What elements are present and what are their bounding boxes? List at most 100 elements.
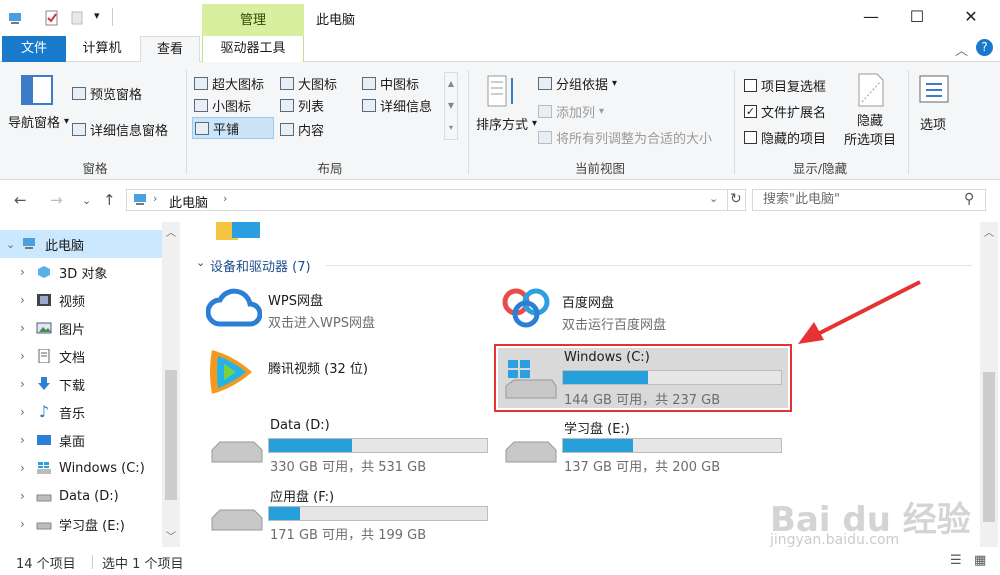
- content-scrollbar[interactable]: ︿: [980, 222, 998, 547]
- sidebar-item-desktop[interactable]: › 桌面: [0, 426, 162, 454]
- fit-columns-button[interactable]: 将所有列调整为合适的大小: [538, 128, 712, 147]
- section-header[interactable]: 设备和驱动器 (7): [210, 256, 311, 275]
- manage-tab[interactable]: 管理: [202, 4, 304, 36]
- sidebar-item-label: 音乐: [59, 406, 86, 422]
- chevron-right-icon[interactable]: ›: [20, 293, 34, 307]
- forward-icon[interactable]: →: [50, 191, 63, 209]
- layout-extra-large[interactable]: 超大图标: [194, 74, 264, 93]
- address-bar[interactable]: › 此电脑 › ⌄ ↻: [126, 189, 746, 211]
- layout-large[interactable]: 大图标: [280, 74, 337, 93]
- sidebar-scrollbar[interactable]: ︿ ﹀: [162, 222, 180, 547]
- 3d-objects-icon: [38, 266, 50, 278]
- search-icon[interactable]: ⚲: [964, 191, 974, 207]
- chevron-right-icon[interactable]: ›: [20, 433, 34, 447]
- sort-button[interactable]: 排序方式 ▾: [476, 114, 537, 133]
- up-icon[interactable]: ↑: [103, 191, 116, 209]
- preview-pane-button[interactable]: 预览窗格: [72, 84, 142, 103]
- item-checkboxes-label: 项目复选框: [761, 80, 827, 95]
- scroll-up-icon[interactable]: ︿: [984, 224, 994, 239]
- computer-icon[interactable]: [8, 10, 24, 26]
- drive-baidu[interactable]: 百度网盘 双击运行百度网盘: [500, 282, 770, 333]
- breadcrumb-current[interactable]: 此电脑: [169, 192, 208, 211]
- refresh-icon[interactable]: ↻: [730, 191, 742, 207]
- sidebar-item-pictures[interactable]: › 图片: [0, 314, 162, 342]
- tab-computer[interactable]: 计算机: [70, 36, 134, 62]
- navigation-pane: ⌄ 此电脑 › 3D 对象 › 视频 › 图片 › 文档 › 下载 › ♪ 音乐 › 桌面 › W…: [0, 222, 182, 547]
- layout-tiles[interactable]: 平铺: [192, 117, 274, 139]
- options-button[interactable]: 选项: [920, 114, 946, 133]
- drive-e[interactable]: 学习盘 (E:) 137 GB 可用，共 200 GB: [500, 416, 790, 475]
- drive-d[interactable]: Data (D:) 330 GB 可用，共 531 GB: [206, 416, 496, 475]
- tab-drive-tools[interactable]: 驱动器工具: [202, 36, 304, 62]
- checkbox-unchecked[interactable]: [744, 79, 757, 92]
- chevron-right-icon[interactable]: ›: [20, 517, 34, 531]
- chevron-right-icon[interactable]: ›: [20, 489, 34, 503]
- sidebar-item-drive-d[interactable]: › Data (D:): [0, 482, 162, 510]
- layout-list[interactable]: 列表: [280, 96, 324, 115]
- drive-name: 腾讯视频 (32 位): [268, 362, 368, 377]
- nav-pane-button[interactable]: 导航窗格 ▾: [8, 112, 69, 131]
- file-extensions-label: 文件扩展名: [761, 106, 827, 121]
- tab-file[interactable]: 文件: [2, 36, 66, 62]
- customize-toolbar-icon[interactable]: ▾: [94, 9, 100, 22]
- close-button[interactable]: ✕: [948, 4, 994, 30]
- search-input[interactable]: 搜索"此电脑": [752, 189, 986, 211]
- scrollbar-thumb[interactable]: [983, 372, 995, 522]
- chevron-right-icon[interactable]: ›: [20, 265, 34, 279]
- drive-f[interactable]: 应用盘 (F:) 171 GB 可用，共 199 GB: [206, 484, 496, 543]
- drive-c-selected[interactable]: Windows (C:) 144 GB 可用，共 237 GB: [498, 348, 788, 408]
- chevron-down-icon[interactable]: ⌄: [6, 238, 20, 251]
- back-icon[interactable]: ←: [14, 191, 27, 209]
- maximize-button[interactable]: ☐: [894, 4, 940, 30]
- tab-view[interactable]: 查看: [140, 36, 200, 63]
- desktop-icon: [37, 435, 51, 445]
- item-checkboxes-option[interactable]: 项目复选框: [744, 76, 826, 95]
- hidden-items-option[interactable]: 隐藏的项目: [744, 128, 826, 147]
- group-by-button[interactable]: 分组依据 ▾: [538, 74, 617, 93]
- scroll-up-icon[interactable]: ︿: [166, 224, 176, 239]
- add-column-button[interactable]: 添加列 ▾: [538, 102, 604, 121]
- layout-small[interactable]: 小图标: [194, 96, 251, 115]
- collapse-group-icon[interactable]: ⌄: [196, 256, 205, 269]
- scrollbar-thumb[interactable]: [165, 370, 177, 500]
- usage-bar-fill: [269, 439, 352, 452]
- sidebar-item-drive-c[interactable]: › Windows (C:): [0, 454, 162, 482]
- address-dropdown-icon[interactable]: ⌄: [709, 192, 718, 205]
- help-icon[interactable]: ?: [976, 39, 993, 56]
- drive-wps[interactable]: WPS网盘 双击进入WPS网盘: [206, 284, 476, 332]
- drive-tencent-video[interactable]: 腾讯视频 (32 位): [206, 346, 476, 400]
- layout-medium[interactable]: 中图标: [362, 74, 419, 93]
- chevron-right-icon[interactable]: ›: [20, 405, 34, 419]
- sidebar-item-3d-objects[interactable]: › 3D 对象: [0, 258, 162, 286]
- sidebar-item-videos[interactable]: › 视频: [0, 286, 162, 314]
- chevron-right-icon[interactable]: ›: [20, 377, 34, 391]
- sidebar-item-documents[interactable]: › 文档: [0, 342, 162, 370]
- properties-icon[interactable]: [44, 10, 60, 26]
- collapse-ribbon-icon[interactable]: ︿: [955, 40, 968, 59]
- layout-scroll[interactable]: ▲ ▼ ▾: [444, 72, 458, 140]
- sidebar-item-drive-e[interactable]: › 学习盘 (E:): [0, 510, 162, 538]
- file-extensions-option[interactable]: ✓ 文件扩展名: [744, 102, 826, 121]
- breadcrumb-separator[interactable]: ›: [223, 192, 227, 205]
- layout-details[interactable]: 详细信息: [362, 96, 432, 115]
- tencent-video-icon: [210, 350, 252, 394]
- chevron-right-icon[interactable]: ›: [20, 321, 34, 335]
- new-folder-icon[interactable]: [70, 10, 86, 26]
- layout-content[interactable]: 内容: [280, 120, 324, 139]
- sidebar-item-music[interactable]: › ♪ 音乐: [0, 398, 162, 426]
- checkbox-checked[interactable]: ✓: [744, 105, 757, 118]
- chevron-right-icon[interactable]: ›: [20, 461, 34, 475]
- sidebar-item-downloads[interactable]: › 下载: [0, 370, 162, 398]
- hide-selected-button[interactable]: 隐藏 所选项目: [842, 112, 898, 150]
- breadcrumb-separator[interactable]: ›: [153, 192, 157, 205]
- minimize-button[interactable]: —: [848, 4, 894, 30]
- chevron-right-icon[interactable]: ›: [20, 349, 34, 363]
- details-view-icon[interactable]: ☰: [950, 553, 962, 568]
- checkbox-unchecked[interactable]: [744, 131, 757, 144]
- large-icons-view-icon[interactable]: ▦: [974, 553, 986, 568]
- scroll-down-icon[interactable]: ﹀: [166, 528, 176, 543]
- sidebar-item-this-pc[interactable]: ⌄ 此电脑: [0, 230, 162, 258]
- group-separator: [186, 70, 187, 174]
- details-pane-button[interactable]: 详细信息窗格: [72, 120, 168, 139]
- recent-locations-icon[interactable]: ⌄: [82, 194, 91, 207]
